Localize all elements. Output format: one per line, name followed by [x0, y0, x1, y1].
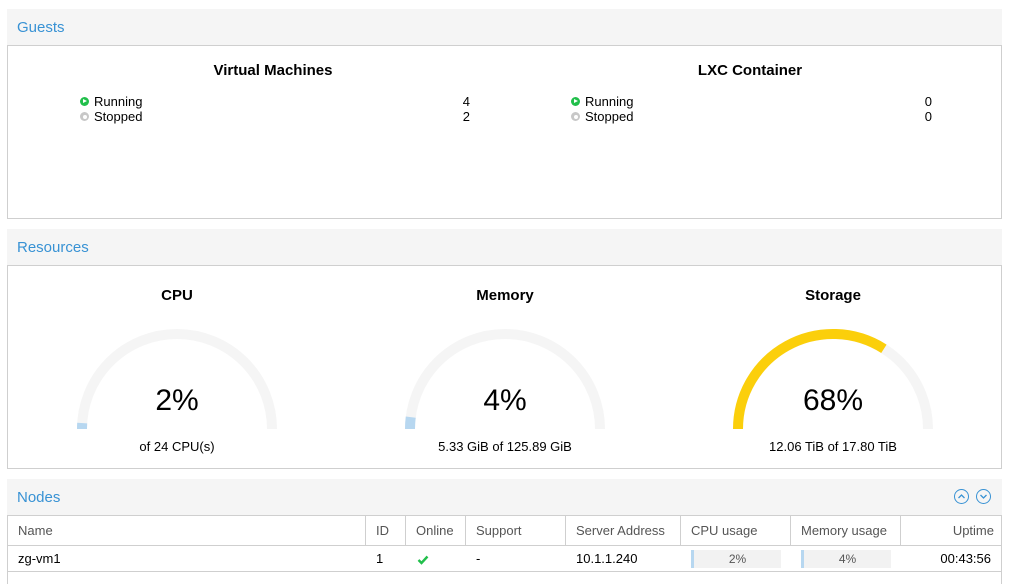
lxc-stopped-count: 0: [924, 109, 932, 124]
running-icon: [80, 97, 89, 106]
stopped-icon: [80, 112, 89, 121]
column-header-id[interactable]: ID: [366, 516, 406, 545]
vm-running-label: Running: [94, 94, 143, 109]
column-header-uptime[interactable]: Uptime: [901, 516, 1001, 545]
column-header-memory-usage[interactable]: Memory usage: [791, 516, 901, 545]
cpu-usage-bar: 2%: [691, 550, 781, 568]
nodes-title: Nodes: [17, 489, 61, 506]
storage-gauge: Storage 68% 12.06 TiB of 17.80 TiB: [723, 266, 943, 466]
column-header-server-address[interactable]: Server Address: [566, 516, 681, 545]
nodes-grid-header: Name ID Online Support Server Address CP…: [8, 516, 1001, 546]
column-header-support[interactable]: Support: [466, 516, 566, 545]
memory-gauge: Memory 4% 5.33 GiB of 125.89 GiB: [395, 266, 615, 466]
column-header-cpu-usage[interactable]: CPU usage: [681, 516, 791, 545]
check-icon: [417, 555, 429, 565]
lxc-title: LXC Container: [697, 62, 803, 79]
resources-header: Resources: [7, 229, 1002, 265]
cpu-gauge: CPU 2% of 24 CPU(s): [67, 266, 287, 466]
expand-down-button[interactable]: [976, 489, 991, 504]
resources-panel: CPU 2% of 24 CPU(s) Memory 4% 5.33 GiB o…: [7, 265, 1002, 469]
vm-title: Virtual Machines: [213, 62, 333, 79]
column-header-online[interactable]: Online: [406, 516, 466, 545]
nodes-grid: Name ID Online Support Server Address CP…: [7, 515, 1002, 584]
lxc-stopped-label: Stopped: [585, 109, 634, 124]
vm-running-row[interactable]: Running: [80, 94, 142, 109]
node-name: zg-vm1: [18, 551, 61, 566]
lxc-running-count: 0: [924, 94, 932, 109]
collapse-up-button[interactable]: [954, 489, 969, 504]
node-server-address: 10.1.1.240: [576, 551, 638, 566]
vm-stopped-label: Stopped: [94, 109, 143, 124]
lxc-stopped-row[interactable]: Stopped: [571, 109, 633, 124]
vm-stopped-count: 2: [462, 109, 470, 124]
storage-gauge-value: 68%: [802, 384, 864, 417]
resources-title: Resources: [17, 239, 89, 256]
memory-gauge-value: 4%: [483, 384, 527, 417]
nodes-header: Nodes: [7, 479, 1002, 515]
stopped-icon: [571, 112, 580, 121]
chevron-up-icon: [958, 494, 965, 499]
column-header-name[interactable]: Name: [8, 516, 366, 545]
table-row[interactable]: zg-vm1 1 - 10.1.1.240 2% 4% 00:43:56: [8, 546, 1001, 572]
memory-gauge-detail: 5.33 GiB of 125.89 GiB: [438, 439, 572, 454]
lxc-running-row[interactable]: Running: [571, 94, 633, 109]
node-online: [406, 546, 466, 572]
memory-gauge-fill: [405, 416, 416, 430]
running-icon: [571, 97, 580, 106]
memory-usage-bar: 4%: [801, 550, 891, 568]
storage-gauge-detail: 12.06 TiB of 17.80 TiB: [769, 439, 897, 454]
guests-panel: Virtual Machines Running 4 Stopped 2 LXC…: [7, 45, 1002, 219]
node-uptime: 00:43:56: [940, 551, 991, 566]
node-id: 1: [376, 551, 384, 566]
cpu-gauge-detail: of 24 CPU(s): [139, 439, 215, 454]
guests-header: Guests: [7, 9, 1002, 45]
guests-title: Guests: [17, 19, 65, 36]
chevron-down-icon: [980, 494, 987, 499]
vm-running-count: 4: [462, 94, 470, 109]
node-support: -: [476, 551, 481, 566]
vm-stopped-row[interactable]: Stopped: [80, 109, 142, 124]
lxc-running-label: Running: [585, 94, 634, 109]
cpu-gauge-value: 2%: [155, 384, 199, 417]
